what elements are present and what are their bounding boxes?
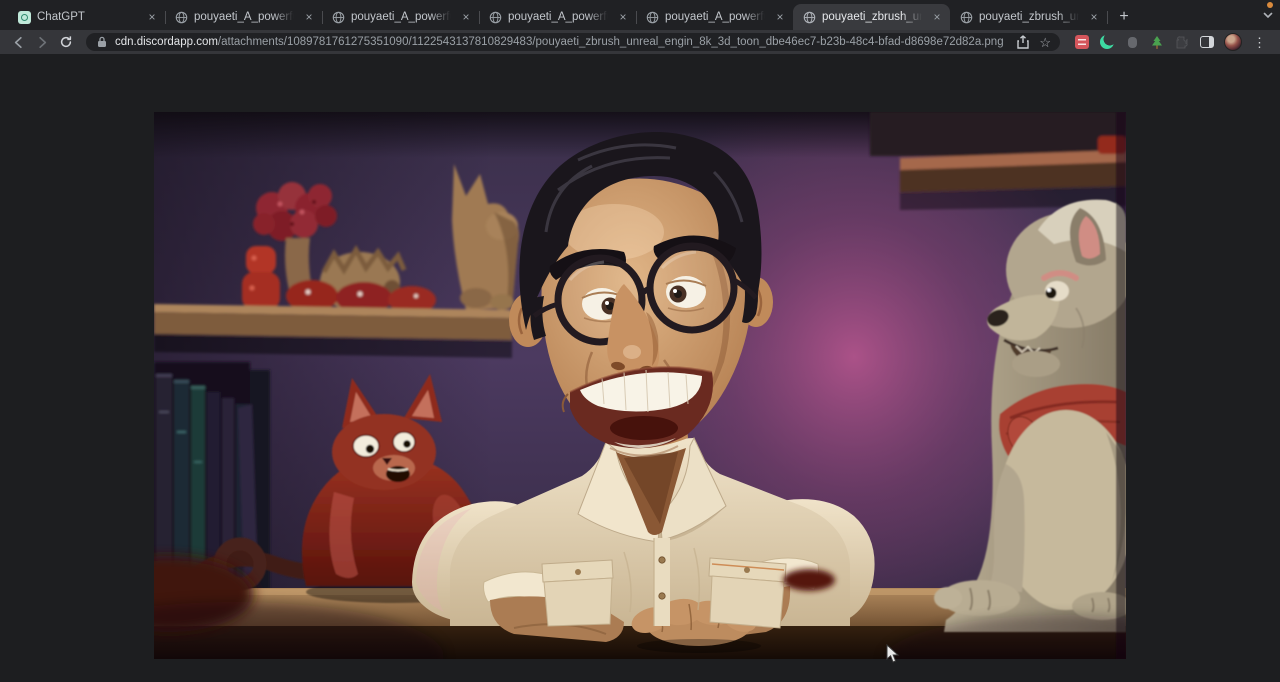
browser-window: ChatGPT × pouyaeti_A_powerful_modern × p… [0, 0, 1280, 682]
chatgpt-icon [17, 10, 31, 24]
tab-title: pouyaeti_A_powerful_modern [351, 11, 453, 23]
tree-extension-icon[interactable] [1149, 34, 1165, 50]
tab-close-icon[interactable]: × [1087, 10, 1101, 24]
side-panel-icon[interactable] [1199, 34, 1215, 50]
profile-avatar[interactable] [1224, 33, 1242, 51]
tab-pouyaeti-zbrush-2[interactable]: pouyaeti_zbrush_unreal_engin × [950, 4, 1107, 30]
update-indicator-dot [1267, 2, 1273, 8]
tab-title: pouyaeti_A_powerful_modern [665, 11, 767, 23]
globe-icon [802, 10, 816, 24]
menu-kebab-icon[interactable]: ⋮ [1251, 36, 1268, 49]
discord-attachment-image[interactable] [154, 112, 1126, 659]
tab-close-icon[interactable]: × [302, 10, 316, 24]
tab-close-icon[interactable]: × [773, 10, 787, 24]
globe-icon [488, 10, 502, 24]
tab-pouyaeti-4[interactable]: pouyaeti_A_powerful_modern × [636, 4, 793, 30]
tab-close-icon[interactable]: × [459, 10, 473, 24]
tab-close-icon[interactable]: × [930, 10, 944, 24]
lock-icon[interactable] [95, 35, 109, 49]
tab-pouyaeti-zbrush-active[interactable]: pouyaeti_zbrush_unreal_engin × [793, 4, 950, 30]
tab-chatgpt[interactable]: ChatGPT × [8, 4, 165, 30]
page-content [0, 54, 1280, 682]
mouse-cursor [886, 644, 900, 664]
tab-title: pouyaeti_A_powerful_modern [194, 11, 296, 23]
globe-icon [331, 10, 345, 24]
reload-icon[interactable] [56, 32, 76, 52]
red-extension-icon[interactable] [1074, 34, 1090, 50]
tab-title: ChatGPT [37, 11, 139, 23]
url-path: /attachments/1089781761275351090/1122543… [218, 36, 1004, 48]
back-icon[interactable] [8, 32, 28, 52]
forward-icon[interactable] [32, 32, 52, 52]
tab-title: pouyaeti_zbrush_unreal_engin [979, 11, 1081, 23]
new-tab-button[interactable]: + [1111, 4, 1137, 30]
globe-icon [645, 10, 659, 24]
top-right-shelf [870, 112, 1126, 210]
tab-pouyaeti-3[interactable]: pouyaeti_A_powerful_modern × [479, 4, 636, 30]
globe-icon [959, 10, 973, 24]
tab-strip: ChatGPT × pouyaeti_A_powerful_modern × p… [0, 0, 1280, 30]
dark-reader-moon-icon[interactable] [1099, 34, 1115, 50]
bookmark-star-icon[interactable]: ☆ [1039, 36, 1051, 49]
tab-pouyaeti-2[interactable]: pouyaeti_A_powerful_modern × [322, 4, 479, 30]
cartoon-scene [154, 112, 1126, 659]
globe-icon [174, 10, 188, 24]
url-domain: cdn.discordapp.com [115, 36, 218, 48]
tab-search-chevron-icon[interactable] [1262, 9, 1274, 21]
tab-pouyaeti-1[interactable]: pouyaeti_A_powerful_modern × [165, 4, 322, 30]
tab-title: pouyaeti_zbrush_unreal_engin [822, 11, 924, 23]
dark-puzzle-extension-icon[interactable] [1174, 34, 1190, 50]
gray-extension-icon[interactable] [1124, 34, 1140, 50]
address-bar[interactable]: cdn.discordapp.com/attachments/108978176… [86, 33, 1060, 51]
share-icon[interactable] [1017, 35, 1029, 49]
tab-close-icon[interactable]: × [145, 10, 159, 24]
tab-title: pouyaeti_A_powerful_modern [508, 11, 610, 23]
tab-close-icon[interactable]: × [616, 10, 630, 24]
navigation-toolbar: cdn.discordapp.com/attachments/108978176… [0, 30, 1280, 54]
url-text[interactable]: cdn.discordapp.com/attachments/108978176… [115, 36, 1009, 48]
extensions-area: ⋮ [1070, 33, 1272, 51]
